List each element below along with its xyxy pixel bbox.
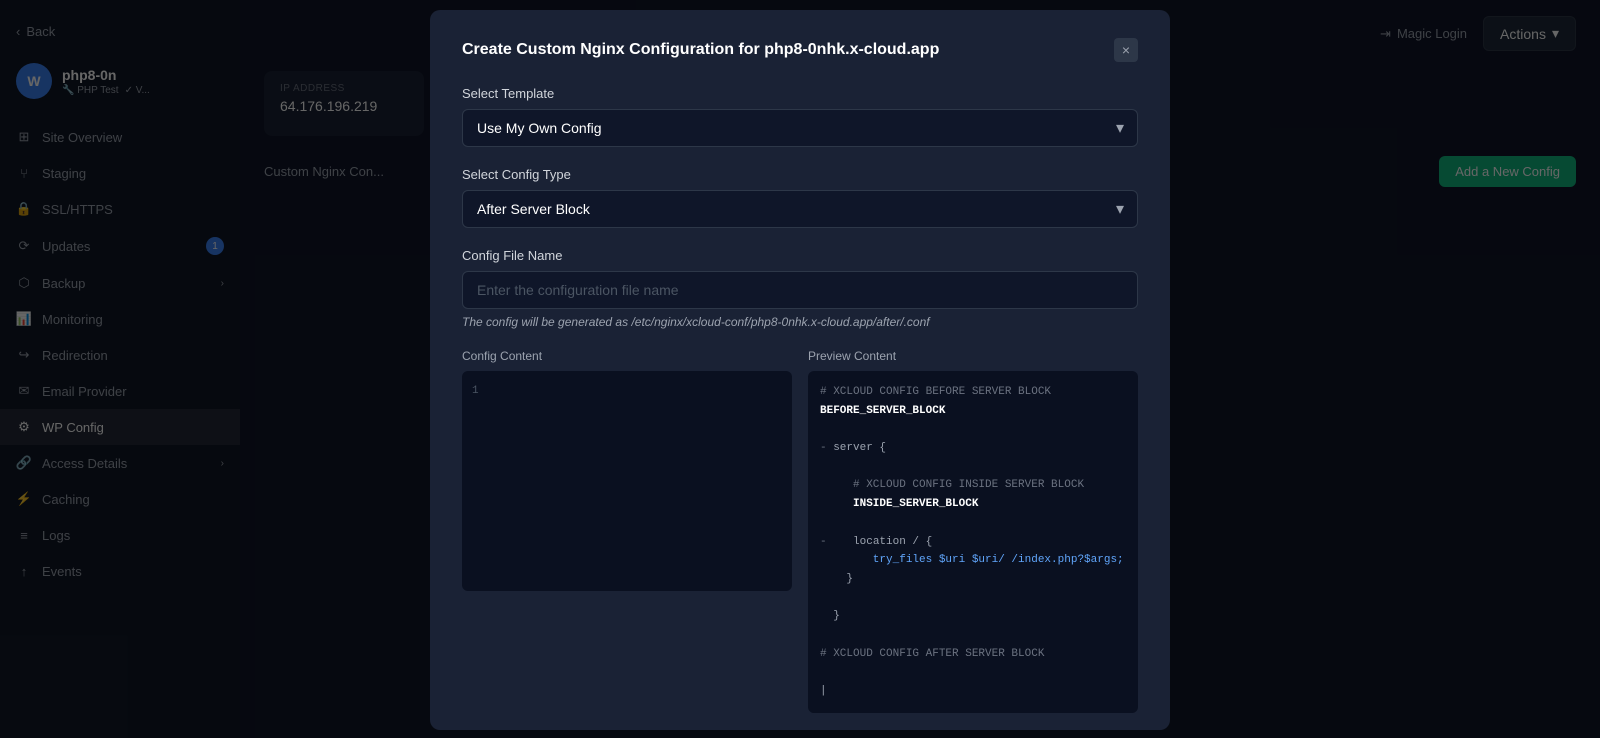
- select-template-wrapper: Use My Own Config Default Template: [462, 109, 1138, 147]
- select-config-type-wrapper: After Server Block Before Server Block I…: [462, 190, 1138, 228]
- preview-line-11: }: [820, 610, 840, 622]
- config-content-label: Config Content: [462, 349, 792, 363]
- preview-content-display: # XCLOUD CONFIG BEFORE SERVER BLOCK BEFO…: [808, 371, 1138, 713]
- preview-line-13: |: [820, 685, 827, 697]
- select-template-section: Select Template Use My Own Config Defaul…: [462, 86, 1138, 147]
- preview-line-10: }: [820, 573, 853, 585]
- config-file-name-label: Config File Name: [462, 248, 1138, 263]
- select-template-dropdown[interactable]: Use My Own Config Default Template: [462, 109, 1138, 147]
- preview-line-12: # XCLOUD CONFIG AFTER SERVER BLOCK: [820, 648, 1044, 660]
- select-config-type-label: Select Config Type: [462, 167, 1138, 182]
- config-content-section: Config Content 1: [462, 349, 792, 713]
- hint-path: /etc/nginx/xcloud-conf/php8-0nhk.x-cloud…: [631, 315, 929, 329]
- preview-content-section: Preview Content # XCLOUD CONFIG BEFORE S…: [808, 349, 1138, 713]
- select-config-type-section: Select Config Type After Server Block Be…: [462, 167, 1138, 228]
- code-sections: Config Content 1 Preview Content # XCLOU…: [462, 349, 1138, 713]
- modal-overlay: Create Custom Nginx Configuration for ph…: [0, 0, 1600, 738]
- modal-header: Create Custom Nginx Configuration for ph…: [462, 38, 1138, 62]
- preview-line-2: BEFORE_SERVER_BLOCK: [820, 405, 945, 417]
- preview-line-5: # XCLOUD CONFIG INSIDE SERVER BLOCK: [820, 479, 1084, 491]
- config-file-name-input[interactable]: [462, 271, 1138, 309]
- code-editor-content: [498, 383, 780, 401]
- config-content-editor[interactable]: 1: [462, 371, 792, 591]
- preview-line-9: try_files $uri $uri/ /index.php?$args;: [820, 554, 1124, 566]
- config-file-name-section: Config File Name The config will be gene…: [462, 248, 1138, 329]
- modal-close-button[interactable]: ×: [1114, 38, 1138, 62]
- preview-line-6: INSIDE_SERVER_BLOCK: [820, 498, 978, 510]
- preview-line-8: location / {: [827, 536, 933, 548]
- line-numbers: 1: [472, 383, 479, 401]
- select-config-type-dropdown[interactable]: After Server Block Before Server Block I…: [462, 190, 1138, 228]
- preview-content-label: Preview Content: [808, 349, 1138, 363]
- hint-prefix: The config will be generated as: [462, 315, 631, 329]
- preview-line-3: -: [820, 442, 827, 454]
- preview-line-7: -: [820, 536, 827, 548]
- preview-line-1: # XCLOUD CONFIG BEFORE SERVER BLOCK: [820, 386, 1051, 398]
- select-template-label: Select Template: [462, 86, 1138, 101]
- modal-dialog: Create Custom Nginx Configuration for ph…: [430, 10, 1170, 730]
- config-hint: The config will be generated as /etc/ngi…: [462, 315, 1138, 329]
- preview-line-4: server {: [827, 442, 886, 454]
- modal-title: Create Custom Nginx Configuration for ph…: [462, 41, 939, 59]
